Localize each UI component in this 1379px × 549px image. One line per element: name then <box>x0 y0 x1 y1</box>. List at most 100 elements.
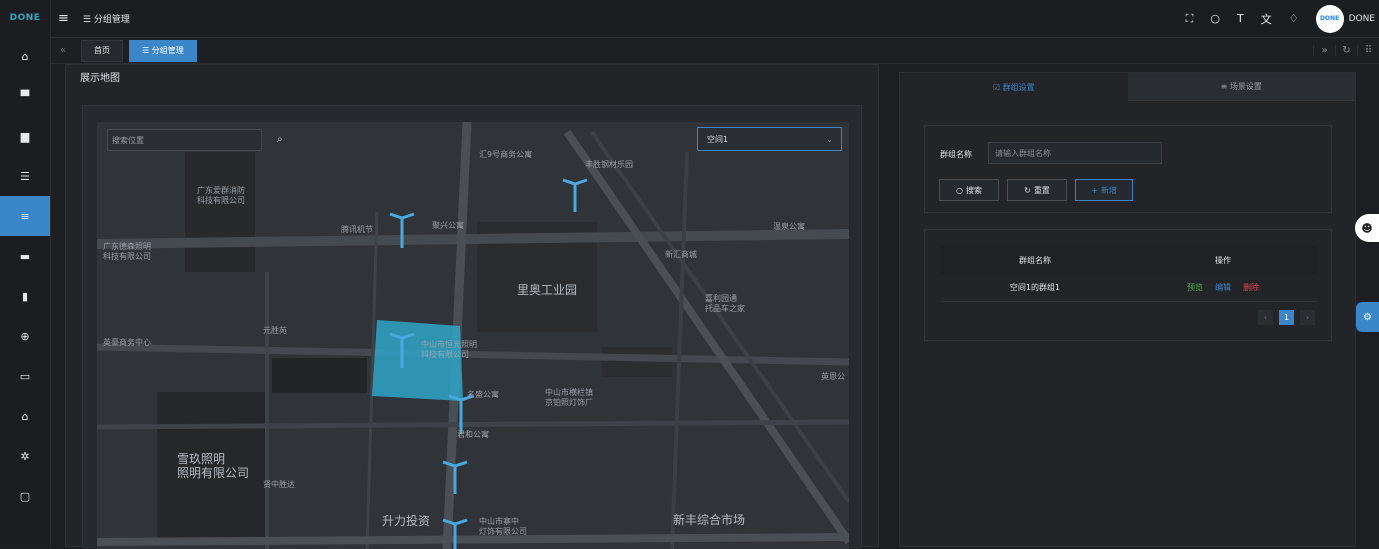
sidebar-item-cabinet[interactable]: ▆ <box>0 116 50 156</box>
settings-panel: ☑ 群组设置 ≡ 场景设置 群组名称 请输入群组名称 ○ 搜索 ↻ 重置 + 新… <box>899 72 1356 547</box>
reset-button[interactable]: ↻ 重置 <box>1007 179 1067 201</box>
delete-link[interactable]: 删除 <box>1243 282 1259 293</box>
chat-icon: ▬ <box>19 249 31 263</box>
map-label: 英恩公 <box>821 372 845 381</box>
settings-icon: ✲ <box>20 449 30 463</box>
group-table: 群组名称 操作 空间1的群组1 预览 编辑 删除 <box>941 246 1317 302</box>
group-search-form: 群组名称 请输入群组名称 ○ 搜索 ↻ 重置 + 新增 <box>924 125 1332 213</box>
map-label: 君和公寓 <box>457 430 489 439</box>
sliders-icon: ☰ <box>20 169 30 183</box>
font-size-icon[interactable]: T <box>1237 12 1244 25</box>
tab-home[interactable]: 首页 <box>81 39 123 62</box>
theme-settings-icon[interactable]: ⚙ <box>1356 302 1379 332</box>
tab-group-settings[interactable]: ☑ 群组设置 <box>900 73 1128 101</box>
space-select[interactable]: 空间1 ⌄ <box>697 127 842 151</box>
actions-cell: 预览 编辑 删除 <box>1129 282 1317 293</box>
search-icon: ○ <box>956 185 963 195</box>
sidebar-item-chart[interactable]: ▮ <box>0 276 50 316</box>
map-label: 英豪商务中心 <box>103 338 151 347</box>
avatar[interactable]: DONE <box>1315 4 1344 33</box>
list-icon: ≡ <box>20 209 30 223</box>
top-bar: ≡ ☰ 分组管理 ⛶ ○ T 文 ♢ DONE DONE <box>51 0 1379 38</box>
map-label: 中山市横栏镇 京铂照灯饰厂 <box>545 388 593 407</box>
cabinet-icon: ▆ <box>20 129 30 143</box>
group-name-label: 群组名称 <box>940 150 972 159</box>
refresh-icon: ↻ <box>1024 185 1031 195</box>
map-label: 汇9号商务公寓 <box>479 150 533 159</box>
edit-link[interactable]: 编辑 <box>1215 282 1231 293</box>
tabs-scroll-right-icon[interactable]: » <box>1313 45 1335 56</box>
settings-tabs: ☑ 群组设置 ≡ 场景设置 <box>900 73 1355 101</box>
next-page-button[interactable]: › <box>1300 310 1315 325</box>
add-button-label: 新增 <box>1100 185 1117 195</box>
table-row: 空间1的群组1 预览 编辑 删除 <box>941 274 1317 302</box>
column-header: 操作 <box>1215 255 1231 265</box>
pagination: ‹ 1 › <box>1258 310 1315 325</box>
grid-icon[interactable]: ⠿ <box>1357 45 1379 56</box>
sidebar-item-monitor[interactable]: ▀ <box>0 76 50 116</box>
map-label: 丰胜钢材乐园 <box>585 160 633 169</box>
tabs-tools: » ↻ ⠿ <box>1313 45 1379 56</box>
home-icon: ⌂ <box>21 49 29 63</box>
header-tools: ⛶ ○ T 文 ♢ DONE DONE <box>1186 4 1379 33</box>
menu-toggle-icon[interactable]: ≡ <box>58 11 69 26</box>
group-name-input[interactable]: 请输入群组名称 <box>988 142 1162 164</box>
map-label: 广东德森照明 科技有限公司 <box>103 242 151 261</box>
search-icon[interactable]: ○ <box>1210 12 1220 25</box>
panel-title: 展示地图 <box>80 73 120 84</box>
space-select-value: 空间1 <box>707 134 729 144</box>
map-label: 新汇商城 <box>665 250 697 259</box>
reset-button-label: 重置 <box>1033 185 1050 195</box>
map-label: 中山市恒光照明 科技有限公司 <box>421 340 477 359</box>
tabs-scroll-left-icon[interactable]: « <box>51 45 75 56</box>
table-header: 群组名称 操作 <box>941 246 1317 274</box>
sidebar-item-chat[interactable]: ▬ <box>0 236 50 276</box>
translate-icon[interactable]: 文 <box>1261 11 1272 27</box>
map-panel: 展示地图 汇9号商务公寓 丰胜钢材乐园 广东爱群消防 科技有限公司 腾讯机节 聚… <box>65 64 879 549</box>
sidebar-item-sliders[interactable]: ☰ <box>0 156 50 196</box>
group-list: 群组名称 操作 空间1的群组1 预览 编辑 删除 ‹ 1 › <box>924 229 1332 341</box>
map-label: 升力投资 <box>382 514 431 528</box>
map-frame: 汇9号商务公寓 丰胜钢材乐园 广东爱群消防 科技有限公司 腾讯机节 聚兴公寓 温… <box>82 105 862 549</box>
search-button[interactable]: ○ 搜索 <box>939 179 999 201</box>
map-label: 腾讯机节 <box>341 225 373 234</box>
map-search-icon[interactable]: ⌕ <box>277 134 283 145</box>
map[interactable]: 汇9号商务公寓 丰胜钢材乐园 广东爱群消防 科技有限公司 腾讯机节 聚兴公寓 温… <box>97 122 849 549</box>
display-icon: ▢ <box>19 489 31 503</box>
monitor-icon: ▀ <box>20 89 30 103</box>
breadcrumb: ☰ 分组管理 <box>82 15 130 25</box>
refresh-icon[interactable]: ↻ <box>1335 45 1357 56</box>
assistant-robot-icon[interactable]: ☻ <box>1355 214 1379 242</box>
tab-scene-settings[interactable]: ≡ 场景设置 <box>1127 73 1355 101</box>
map-label: 聚兴公寓 <box>432 221 464 230</box>
search-button-label: 搜索 <box>965 185 982 195</box>
house-icon: ⌂ <box>21 409 29 423</box>
map-label: 雪玖照明 照明有限公司 <box>177 452 250 480</box>
add-button[interactable]: + 新增 <box>1075 179 1133 201</box>
page-number[interactable]: 1 <box>1279 310 1294 325</box>
sidebar-item-calendar[interactable]: ▭ <box>0 356 50 396</box>
sidebar-item-globe[interactable]: ⊕ <box>0 316 50 356</box>
prev-page-button[interactable]: ‹ <box>1258 310 1273 325</box>
bell-icon[interactable]: ♢ <box>1289 12 1299 25</box>
map-label: 里奥工业园 <box>517 283 578 297</box>
tab-group-manage[interactable]: ☰ 分组管理 <box>129 39 197 62</box>
map-search-input[interactable]: 搜索位置 <box>107 129 262 151</box>
username[interactable]: DONE <box>1349 14 1375 24</box>
sidebar-item-display[interactable]: ▢ <box>0 476 50 516</box>
globe-icon: ⊕ <box>20 329 30 343</box>
fullscreen-icon[interactable]: ⛶ <box>1186 12 1194 26</box>
sidebar-item-home[interactable]: ⌂ <box>0 36 50 76</box>
map-label: 中山市寨中 灯饰有限公司 <box>479 517 527 536</box>
preview-link[interactable]: 预览 <box>1187 282 1203 293</box>
map-label: 温泉公寓 <box>773 222 805 231</box>
sidebar-item-group-manage[interactable]: ≡ <box>0 196 50 236</box>
calendar-icon: ▭ <box>19 369 31 383</box>
sidebar: DONE ⌂ ▀ ▆ ☰ ≡ ▬ ▮ ⊕ ▭ ⌂ ✲ ▢ <box>0 0 51 547</box>
sidebar-item-settings[interactable]: ✲ <box>0 436 50 476</box>
map-label: 广东爱群消防 科技有限公司 <box>197 186 245 205</box>
group-name-cell: 空间1的群组1 <box>1009 283 1061 292</box>
map-label: 新丰综合市场 <box>673 513 746 527</box>
plus-icon: + <box>1091 185 1098 195</box>
sidebar-item-house[interactable]: ⌂ <box>0 396 50 436</box>
